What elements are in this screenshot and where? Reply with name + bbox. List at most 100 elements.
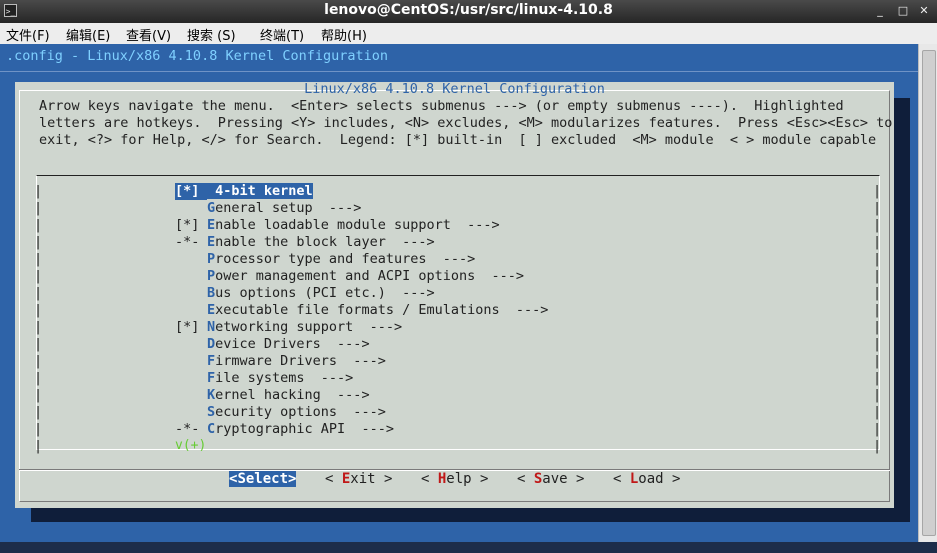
menu-item-label: Networking support ---> bbox=[207, 319, 402, 335]
menu-box-edge: | bbox=[873, 200, 882, 216]
menu-box-edge: | bbox=[34, 217, 43, 233]
menu-box-edge: | bbox=[34, 370, 43, 386]
terminal-scrollbar[interactable] bbox=[918, 44, 937, 542]
bottom-edge bbox=[0, 542, 937, 553]
menu-item-executable-formats[interactable]: Executable file formats / Emulations ---… bbox=[175, 302, 548, 319]
menu-item-label: General setup ---> bbox=[207, 200, 361, 216]
menu-item-cryptographic-api[interactable]: -*- Cryptographic API ---> bbox=[175, 421, 394, 438]
menu-box-edge: | bbox=[873, 217, 882, 233]
menu-item-processor-type[interactable]: Processor type and features ---> bbox=[175, 251, 475, 268]
menu-item-indicator: -*- bbox=[175, 421, 200, 437]
menu-box-edge: | bbox=[873, 370, 882, 386]
menu-view[interactable]: 查看(V) bbox=[126, 25, 171, 44]
menu-item-hotkey: B bbox=[207, 285, 216, 301]
dialog-shadow bbox=[894, 98, 910, 508]
menu-box-edge: | bbox=[873, 438, 882, 454]
more-indicator: v(+) bbox=[175, 438, 207, 453]
menu-file[interactable]: 文件(F) bbox=[6, 25, 50, 44]
menu-item-security-options[interactable]: Security options ---> bbox=[175, 404, 386, 421]
menu-box-edge: | bbox=[34, 319, 43, 335]
help-text-line: letters are hotkeys. Pressing <Y> includ… bbox=[39, 115, 893, 131]
save-button[interactable]: < Save > bbox=[517, 471, 584, 487]
menu-box-edge: | bbox=[34, 421, 43, 437]
config-title-underline bbox=[0, 71, 918, 72]
menu-item-label: Bus options (PCI etc.) ---> bbox=[207, 285, 435, 301]
menu-item-text: evice Drivers ---> bbox=[215, 336, 370, 352]
menu-item-label: Device Drivers ---> bbox=[207, 336, 370, 352]
menu-item-label: Enable loadable module support ---> bbox=[207, 217, 500, 233]
menu-box-edge: | bbox=[873, 387, 882, 403]
menu-item-text: ile systems ---> bbox=[215, 370, 354, 386]
menu-item-general-setup[interactable]: General setup ---> bbox=[175, 200, 361, 217]
menu-search[interactable]: 搜索 (S) bbox=[187, 25, 236, 44]
menu-item-label: Kernel hacking ---> bbox=[207, 387, 370, 403]
menu-item-text: ernel hacking ---> bbox=[215, 387, 370, 403]
exit-button-label: xit bbox=[350, 471, 376, 487]
dialog-shadow-bottom bbox=[31, 508, 910, 522]
exit-button[interactable]: < Exit > bbox=[325, 471, 392, 487]
menu-item-hotkey: C bbox=[207, 421, 216, 437]
menu-item-firmware-drivers[interactable]: Firmware Drivers ---> bbox=[175, 353, 386, 370]
close-icon[interactable]: ✕ bbox=[917, 3, 931, 18]
help-text-line: exit, <?> for Help, </> for Search. Lege… bbox=[39, 132, 877, 148]
menu-item-hotkey: P bbox=[207, 268, 216, 284]
menu-item-networking-support[interactable]: [*] Networking support ---> bbox=[175, 319, 402, 336]
minimize-icon[interactable]: _ bbox=[873, 3, 887, 18]
menu-box-edge: | bbox=[34, 353, 43, 369]
menu-box-edge: | bbox=[873, 234, 882, 250]
menu-box-edge: | bbox=[34, 234, 43, 250]
menu-box-edge: | bbox=[34, 404, 43, 420]
menu-item-hotkey: F bbox=[207, 353, 216, 369]
help-button-label: elp bbox=[446, 471, 472, 487]
menu-box-edge: | bbox=[873, 302, 882, 318]
menu-item-loadable-module-support[interactable]: [*] Enable loadable module support ---> bbox=[175, 217, 500, 234]
menu-box-edge: | bbox=[873, 251, 882, 267]
load-button[interactable]: < Load > bbox=[613, 471, 680, 487]
menu-item-text: 4-bit kernel bbox=[215, 183, 313, 199]
menu-help[interactable]: 帮助(H) bbox=[321, 25, 367, 44]
menu-item-hotkey: 6 bbox=[207, 183, 216, 199]
menu-item-text: ryptographic API ---> bbox=[215, 421, 394, 437]
menu-box-edge: | bbox=[873, 353, 882, 369]
select-button-label: Select bbox=[237, 471, 289, 487]
menu-box-edge: | bbox=[34, 387, 43, 403]
maximize-icon[interactable]: □ bbox=[896, 3, 910, 18]
menu-item-text: us options (PCI etc.) ---> bbox=[215, 285, 435, 301]
menu-item-text: ecurity options ---> bbox=[215, 404, 386, 420]
menu-box-edge: | bbox=[34, 302, 43, 318]
menu-box-edge: | bbox=[873, 268, 882, 284]
help-button[interactable]: < Help > bbox=[421, 471, 488, 487]
menu-item-label: Processor type and features ---> bbox=[207, 251, 475, 267]
scrollbar-thumb[interactable] bbox=[922, 50, 936, 536]
menu-box-edge: | bbox=[873, 421, 882, 437]
menu-item-hotkey: P bbox=[207, 251, 216, 267]
menu-item-device-drivers[interactable]: Device Drivers ---> bbox=[175, 336, 370, 353]
menu-edit[interactable]: 编辑(E) bbox=[66, 25, 110, 44]
menu-item-hotkey: E bbox=[207, 302, 216, 318]
menu-item-label: Power management and ACPI options ---> bbox=[207, 268, 524, 284]
menu-item-kernel-hacking[interactable]: Kernel hacking ---> bbox=[175, 387, 370, 404]
menu-bar: 文件(F) 编辑(E) 查看(V) 搜索 (S) 终端(T) 帮助(H) bbox=[0, 23, 937, 45]
menu-item-indicator: -*- bbox=[175, 234, 200, 250]
menu-box-edge: | bbox=[34, 336, 43, 352]
menu-box-edge: | bbox=[34, 200, 43, 216]
window-title: lenovo@CentOS:/usr/src/linux-4.10.8 bbox=[324, 2, 613, 18]
menu-item-hotkey: K bbox=[207, 387, 216, 403]
menu-item-hotkey: E bbox=[207, 217, 216, 233]
menu-item-power-management[interactable]: Power management and ACPI options ---> bbox=[175, 268, 524, 285]
menu-item-hotkey: S bbox=[207, 404, 216, 420]
menu-item-file-systems[interactable]: File systems ---> bbox=[175, 370, 353, 387]
save-button-label: ave bbox=[542, 471, 568, 487]
menu-item-text: xecutable file formats / Emulations ---> bbox=[215, 302, 549, 318]
menu-item-block-layer[interactable]: -*- Enable the block layer ---> bbox=[175, 234, 435, 251]
dialog-title: Linux/x86 4.10.8 Kernel Configuration bbox=[304, 81, 605, 97]
menu-item-text: etworking support ---> bbox=[215, 319, 403, 335]
config-title: .config - Linux/x86 4.10.8 Kernel Config… bbox=[6, 48, 389, 64]
select-button[interactable]: <Select> bbox=[229, 471, 297, 487]
menu-item-64bit-kernel[interactable]: [*] 64-bit kernel bbox=[175, 183, 313, 200]
menu-item-bus-options[interactable]: Bus options (PCI etc.) ---> bbox=[175, 285, 435, 302]
help-text-line: Arrow keys navigate the menu. <Enter> se… bbox=[39, 98, 844, 114]
menu-terminal[interactable]: 终端(T) bbox=[260, 25, 304, 44]
menu-item-text: nable loadable module support ---> bbox=[215, 217, 500, 233]
menu-box-edge: | bbox=[34, 438, 43, 454]
